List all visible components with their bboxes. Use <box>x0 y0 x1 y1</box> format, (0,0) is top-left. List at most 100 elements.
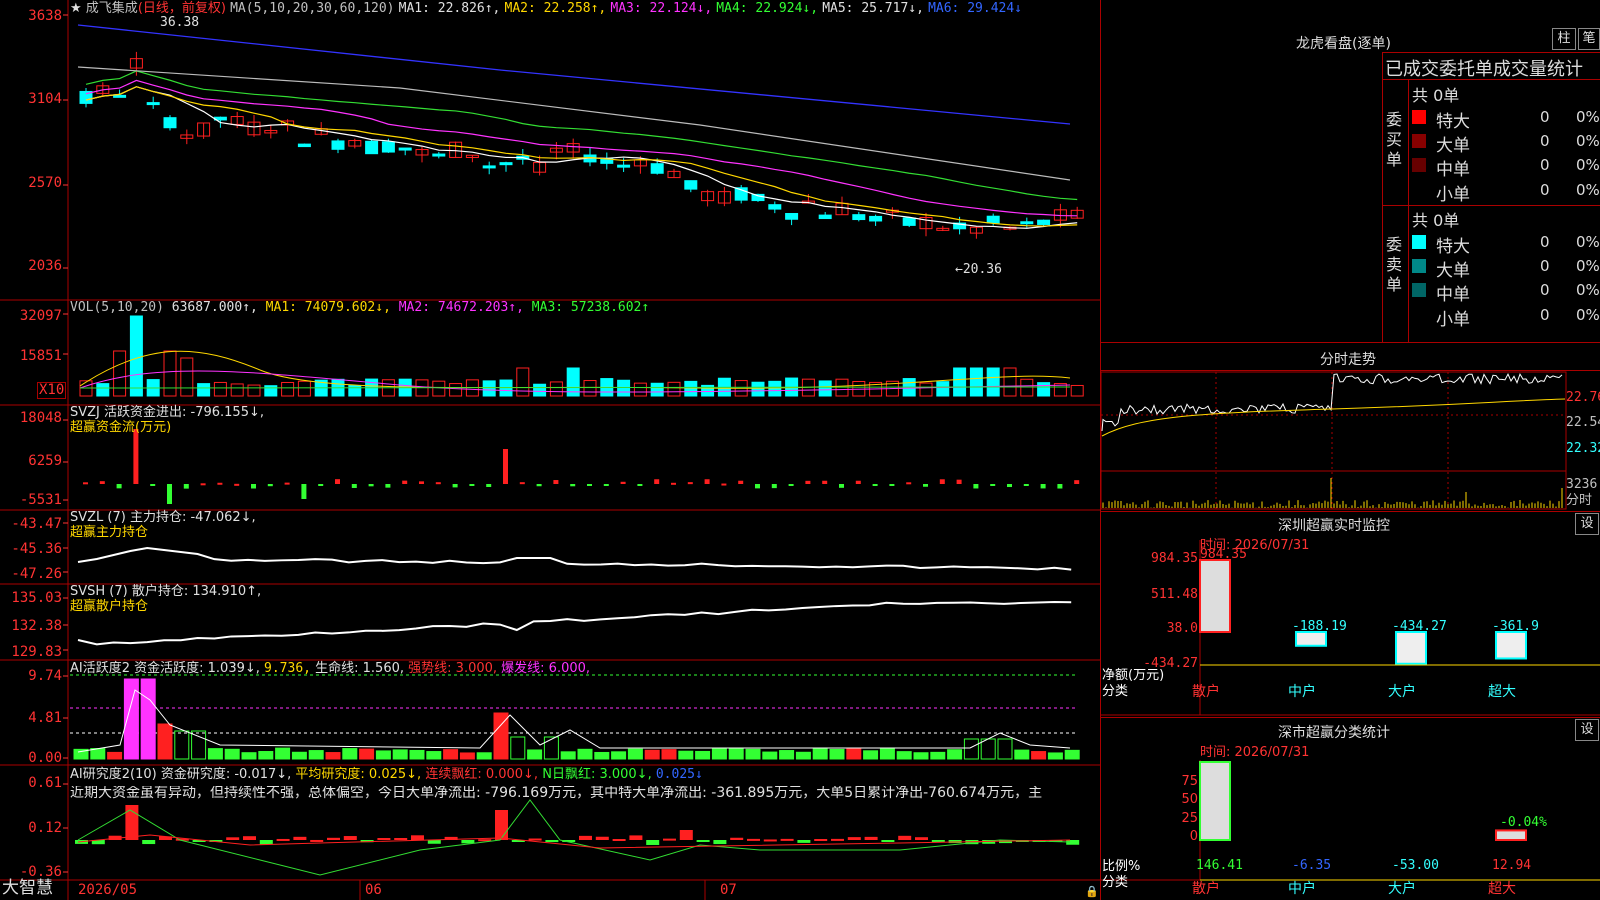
activity-bar <box>594 751 610 760</box>
y-label: 32097 <box>19 308 62 324</box>
ma1-value: MA1: 22.826↑, <box>398 1 501 16</box>
avg-price-line <box>1101 398 1566 437</box>
research-bar <box>226 837 240 840</box>
fenshi-title: 分时走势 <box>1320 352 1376 368</box>
activity-bar <box>174 730 190 760</box>
row-count: 0 <box>1540 233 1550 251</box>
volume-bar <box>768 380 782 397</box>
holding-line <box>77 546 1072 571</box>
color-swatch <box>1412 134 1426 148</box>
candle-body <box>902 217 916 226</box>
ma4-value: MA4: 22.924↓, <box>716 1 819 16</box>
flow-bar <box>133 429 139 484</box>
activity-bar <box>342 748 358 760</box>
candle-body <box>1037 219 1051 225</box>
row-pct: 0% <box>1576 181 1600 199</box>
flow-bar <box>251 484 256 489</box>
research-bar <box>780 838 794 841</box>
row-pct: 0% <box>1576 108 1600 126</box>
lock-icon[interactable]: 🔒 <box>1085 884 1099 899</box>
candle-body <box>331 140 345 150</box>
row-name: 特大 <box>1436 112 1470 132</box>
y-label: 984.35 <box>1151 551 1198 566</box>
bar-value: -188.19 <box>1292 619 1347 634</box>
row-name: 中单 <box>1436 160 1470 180</box>
activity-bar <box>375 750 391 760</box>
ma-line <box>85 79 1078 217</box>
y-label: 135.03 <box>11 590 62 606</box>
chart-frame <box>1100 371 1567 510</box>
research-bar <box>427 840 441 844</box>
period-label: (日线，前复权) <box>137 1 226 16</box>
monitor-settings-button[interactable]: 设 <box>1575 513 1599 535</box>
volume-bar <box>1037 382 1051 397</box>
bar-category: 散户 <box>1192 880 1220 897</box>
activity-bar <box>1031 751 1047 760</box>
classify-chart: 75 50 25 0 146.41 散户 -6.35 中户 -53.00 大户 12.94 超大 -0.… <box>1100 760 1600 897</box>
volume-bar <box>533 383 547 397</box>
research-bar <box>310 839 324 842</box>
y-label: 0 <box>1190 829 1198 844</box>
bar-category: 超大 <box>1488 684 1516 700</box>
buy-total: 共 0单 <box>1412 86 1460 105</box>
flow-bar <box>872 484 878 486</box>
y-label: 25 <box>1181 811 1198 826</box>
lhb-title: 龙虎看盘(逐单) <box>1296 36 1391 52</box>
research-bar <box>814 839 828 842</box>
x-label: 2026/05 <box>78 882 138 898</box>
bar-mode-button[interactable]: 柱 <box>1552 28 1576 50</box>
monitor-bar <box>1395 631 1427 665</box>
divider <box>1408 79 1409 342</box>
candle-body <box>499 162 513 166</box>
volume-bar <box>583 380 597 397</box>
classify-title: 深市超赢分类统计 <box>1278 725 1390 741</box>
volume-bar <box>129 315 143 397</box>
row-count: 0 <box>1540 108 1550 126</box>
divider <box>1382 79 1600 80</box>
bar-value: -53.00 <box>1392 858 1439 873</box>
research-bar <box>747 838 760 841</box>
row-name: 小单 <box>1436 185 1470 205</box>
ma-line <box>85 70 1078 201</box>
flow-bar <box>603 484 609 486</box>
ma5-value: MA5: 25.717↓, <box>822 1 924 16</box>
ai-res-note: 近期大资金虽有异动，但持续性不强，总体偏空，今日大单净流出: -796.169万… <box>70 786 1043 801</box>
activity-bar <box>224 748 240 760</box>
monitor-bar <box>1295 631 1327 647</box>
flow-bar <box>519 482 525 485</box>
research-bar <box>831 838 844 841</box>
volume-bar <box>197 383 211 397</box>
candle-body <box>684 180 698 190</box>
candle-body <box>869 215 883 222</box>
flow-bar <box>217 482 223 485</box>
activity-bar <box>947 749 963 760</box>
row-pct: 0% <box>1576 306 1600 324</box>
classify-settings-button[interactable]: 设 <box>1575 719 1599 741</box>
svzl-header: SVZL (7) 主力持仓: -47.062↓, <box>70 510 256 525</box>
bar-category: 大户 <box>1388 880 1416 897</box>
flow-bar <box>284 482 290 485</box>
star-icon[interactable]: ★ <box>70 1 82 16</box>
y-label: 0.61 <box>28 775 62 791</box>
divider <box>1100 717 1600 718</box>
chart-canvas[interactable] <box>0 0 1100 900</box>
volume-bar <box>684 380 698 397</box>
intraday-chart[interactable] <box>1100 371 1600 511</box>
research-bar <box>915 837 928 840</box>
volume-bar <box>516 367 530 397</box>
y-label: 50 <box>1181 792 1198 807</box>
row-name: 大单 <box>1436 136 1470 156</box>
volume-bar <box>1020 378 1034 397</box>
candle-body <box>818 214 832 220</box>
divider <box>1100 342 1600 343</box>
bar-value: -361.9 <box>1492 619 1539 634</box>
research-bar <box>411 835 424 840</box>
volume-bar <box>919 382 933 397</box>
tick-mode-button[interactable]: 笔 <box>1578 28 1600 50</box>
flow-bar <box>1074 480 1080 484</box>
y-label: 6259 <box>28 453 62 469</box>
vol-label: 3236 <box>1566 477 1598 492</box>
y-label: 22.76 <box>1566 390 1600 405</box>
research-bar <box>495 810 508 840</box>
activity-bar <box>577 748 593 760</box>
